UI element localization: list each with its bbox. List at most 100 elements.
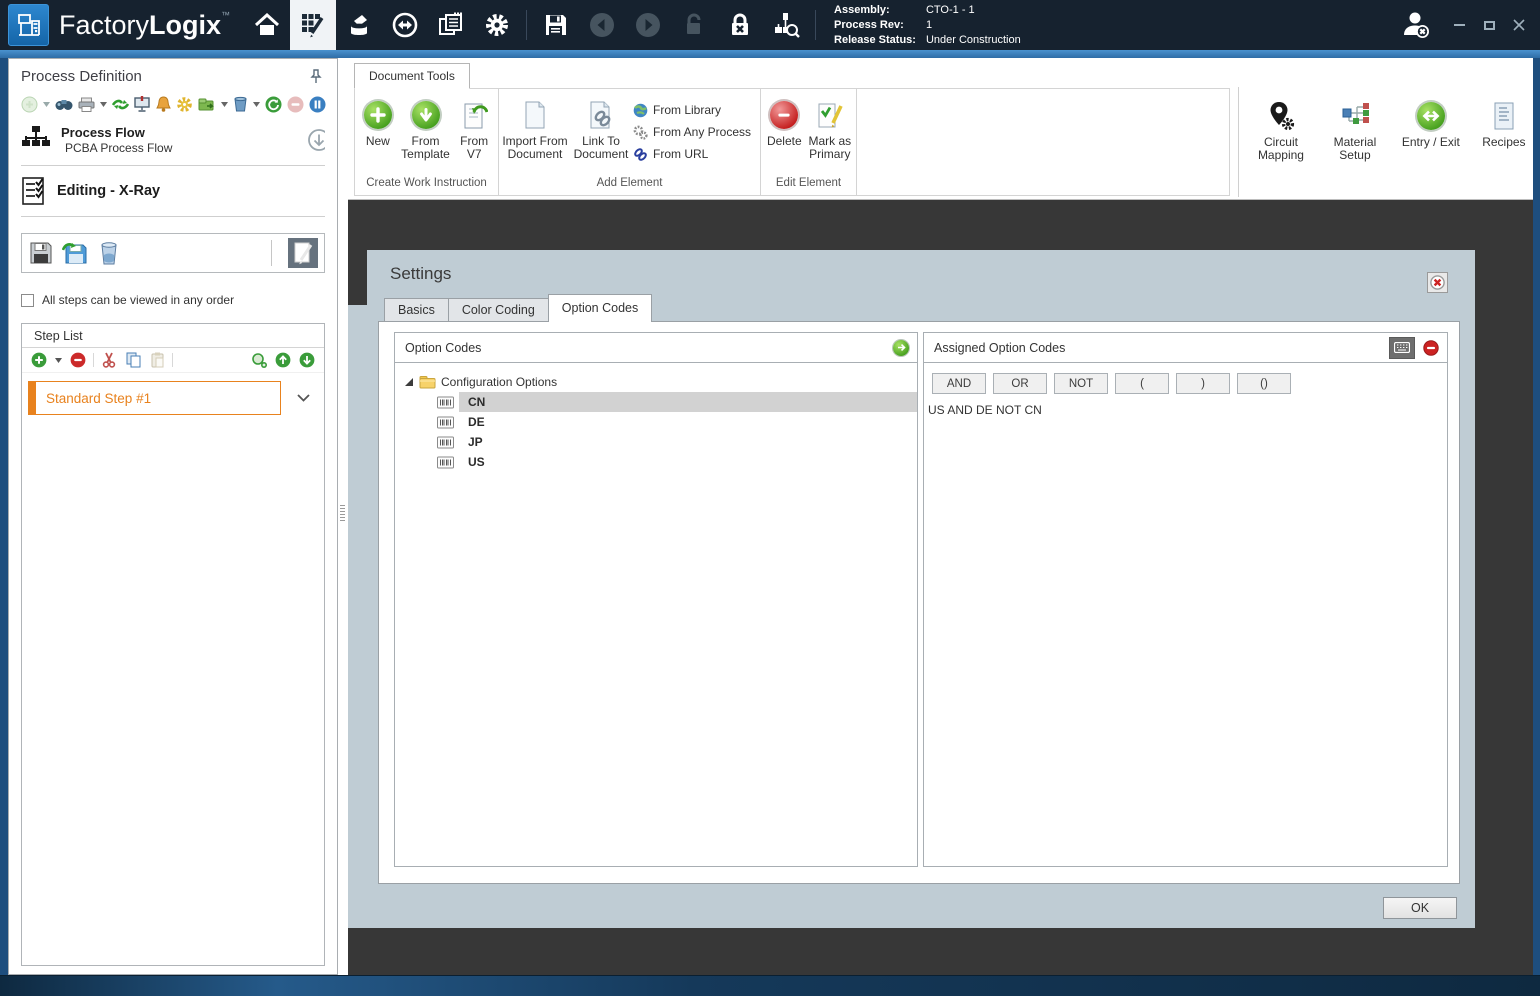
pin-panel-button[interactable] — [307, 67, 325, 85]
delete-process-dropdown[interactable] — [253, 95, 260, 113]
add-option-code-button[interactable] — [893, 339, 909, 356]
clear-expression-button[interactable] — [1423, 339, 1439, 356]
material-setup-button[interactable]: Material Setup — [1327, 96, 1383, 197]
home-icon — [254, 13, 280, 37]
move-step-up-button[interactable] — [274, 351, 292, 369]
from-template-button[interactable]: From Template — [399, 95, 453, 161]
from-url-button[interactable]: From URL — [633, 145, 751, 163]
any-order-checkbox[interactable] — [21, 293, 34, 307]
close-dialog-button[interactable] — [1427, 272, 1448, 293]
discard-step-button[interactable] — [96, 240, 122, 266]
step-expand-chevron[interactable] — [297, 394, 310, 402]
group-label: Edit Element — [775, 177, 842, 189]
documents-button[interactable] — [428, 0, 474, 50]
panel-splitter[interactable] — [338, 58, 348, 975]
tree-node-us[interactable]: US — [395, 452, 917, 472]
remove-step-button[interactable] — [69, 351, 87, 369]
open-paren-button[interactable]: ( — [1115, 373, 1169, 394]
sync-button[interactable] — [382, 0, 428, 50]
step-item-standard-step-1[interactable]: Standard Step #1 — [28, 381, 281, 415]
scissors-icon — [102, 352, 116, 368]
not-button[interactable]: NOT — [1054, 373, 1108, 394]
and-button[interactable]: AND — [932, 373, 986, 394]
from-library-button[interactable]: From Library — [633, 101, 751, 119]
add-step-button[interactable] — [30, 351, 48, 369]
export-dropdown[interactable] — [221, 95, 228, 113]
validate-button[interactable] — [112, 95, 129, 113]
step-label: Standard Step #1 — [46, 390, 152, 406]
add-process-button[interactable] — [21, 95, 38, 113]
edit-mode-toggle[interactable] — [288, 238, 318, 268]
maximize-button[interactable] — [1474, 0, 1504, 50]
expression-text[interactable]: US AND DE NOT CN — [924, 394, 1447, 417]
collapse-section-button[interactable] — [307, 129, 325, 151]
or-button[interactable]: OR — [993, 373, 1047, 394]
binoculars-icon — [55, 97, 73, 111]
presentation-button[interactable] — [134, 95, 151, 113]
tree-node-configuration-options[interactable]: Configuration Options — [395, 372, 917, 392]
entry-exit-button[interactable]: Entry / Exit — [1399, 96, 1463, 197]
undo-button[interactable] — [579, 0, 625, 50]
paste-step-button[interactable] — [148, 351, 166, 369]
process-flow-item[interactable]: Process Flow PCBA Process Flow — [21, 125, 325, 155]
redo-button[interactable] — [625, 0, 671, 50]
move-step-down-button[interactable] — [298, 351, 316, 369]
tab-option-codes[interactable]: Option Codes — [547, 294, 653, 322]
add-process-dropdown[interactable] — [43, 95, 50, 113]
tab-document-tools[interactable]: Document Tools — [354, 63, 470, 89]
save-button[interactable] — [533, 0, 579, 50]
delete-process-button[interactable] — [233, 95, 248, 113]
tree-node-de[interactable]: DE — [395, 412, 917, 432]
lock-release-button[interactable] — [717, 0, 763, 50]
process-search-button[interactable] — [763, 0, 809, 50]
mark-as-primary-button[interactable]: Mark as Primary — [806, 95, 854, 161]
assigned-option-codes-group: Assigned Option Codes AND OR NOT () () … — [923, 332, 1448, 867]
tree-node-label: US — [468, 455, 485, 469]
from-any-process-button[interactable]: From Any Process — [633, 123, 751, 141]
tab-color-coding[interactable]: Color Coding — [447, 298, 548, 322]
add-step-dropdown[interactable] — [54, 351, 63, 369]
process-definition-button[interactable] — [290, 0, 337, 50]
close-window-button[interactable] — [1504, 0, 1534, 50]
tree-node-label: JP — [468, 435, 483, 449]
find-step-button[interactable] — [250, 351, 268, 369]
options-button[interactable] — [176, 95, 193, 113]
minimize-icon — [1453, 24, 1465, 26]
link-to-document-button[interactable]: Link To Document — [569, 95, 633, 161]
delete-element-button[interactable]: Delete — [763, 95, 806, 148]
paren-pair-button[interactable]: () — [1237, 373, 1291, 394]
from-v7-button[interactable]: From V7 — [452, 95, 496, 161]
minimize-button[interactable] — [1444, 0, 1474, 50]
import-from-document-button[interactable]: Import From Document — [501, 95, 569, 161]
print-dropdown[interactable] — [100, 95, 107, 113]
tree-node-jp[interactable]: JP — [395, 432, 917, 452]
cut-step-button[interactable] — [100, 351, 118, 369]
settings-dialog: Settings Basics Color Coding Option Code… — [367, 250, 1475, 928]
refresh-button[interactable] — [265, 95, 282, 113]
unlock-button[interactable] — [671, 0, 717, 50]
copy-step-button[interactable] — [124, 351, 142, 369]
data-import-button[interactable] — [336, 0, 382, 50]
recipes-button[interactable]: Recipes — [1479, 96, 1529, 197]
new-button[interactable]: New — [357, 95, 399, 148]
find-process-button[interactable] — [55, 95, 73, 113]
tab-basics[interactable]: Basics — [384, 298, 448, 322]
keyboard-entry-toggle[interactable] — [1389, 336, 1415, 359]
recipes-label: Recipes — [1482, 135, 1526, 149]
save-as-button[interactable] — [62, 240, 88, 266]
stop-button[interactable] — [287, 95, 304, 113]
puzzle-icon — [112, 97, 129, 112]
print-button[interactable] — [78, 95, 95, 113]
editing-header: Editing - X-Ray — [21, 176, 325, 206]
circuit-mapping-button[interactable]: Circuit Mapping — [1251, 96, 1311, 197]
logout-user-button[interactable] — [1388, 0, 1444, 50]
close-paren-button[interactable]: ) — [1176, 373, 1230, 394]
export-button[interactable] — [198, 95, 216, 113]
pause-button[interactable] — [309, 95, 326, 113]
save-step-button[interactable] — [28, 240, 54, 266]
home-button[interactable] — [244, 0, 290, 50]
ok-button[interactable]: OK — [1383, 897, 1457, 919]
settings-button[interactable] — [474, 0, 520, 50]
tree-node-cn[interactable]: CN — [395, 392, 917, 412]
alerts-button[interactable] — [156, 95, 171, 113]
